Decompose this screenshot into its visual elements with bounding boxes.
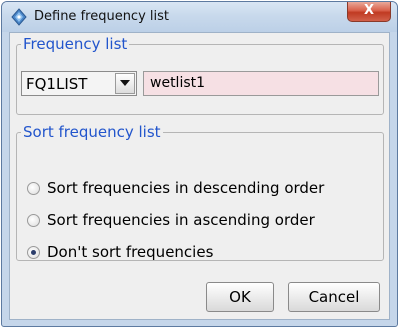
frequency-list-combo[interactable]: FQ1LIST [21,71,137,96]
combo-value: FQ1LIST [26,75,88,93]
list-name-field[interactable]: wetlist1 [143,71,379,96]
dialog-body: Frequency list FQ1LIST wetlist1 Sort fre… [9,32,390,320]
radio-label-ascending: Sort frequencies in ascending order [47,211,315,229]
combo-dropdown-button[interactable] [115,73,135,94]
radio-descending[interactable] [27,182,40,195]
radio-ascending[interactable] [27,214,40,227]
cancel-button[interactable]: Cancel [288,282,380,312]
close-button[interactable]: X [347,2,391,22]
close-icon: X [363,3,375,18]
window-title: Define frequency list [34,9,169,24]
chevron-down-icon [120,80,130,86]
radio-label-descending: Sort frequencies in descending order [47,179,325,197]
dialog-window: Define frequency list X Frequency list F… [1,1,398,327]
title-bar[interactable]: Define frequency list X [2,2,397,32]
radio-label-dont-sort: Don't sort frequencies [47,243,214,261]
app-icon [10,8,28,26]
sort-group: Sort frequency list Sort frequencies in … [16,125,384,261]
radio-dont-sort[interactable] [27,246,40,259]
ok-button[interactable]: OK [206,282,274,312]
frequency-list-group: Frequency list FQ1LIST wetlist1 [16,37,384,115]
frequency-list-legend: Frequency list [23,35,128,53]
sort-legend: Sort frequency list [23,123,161,141]
